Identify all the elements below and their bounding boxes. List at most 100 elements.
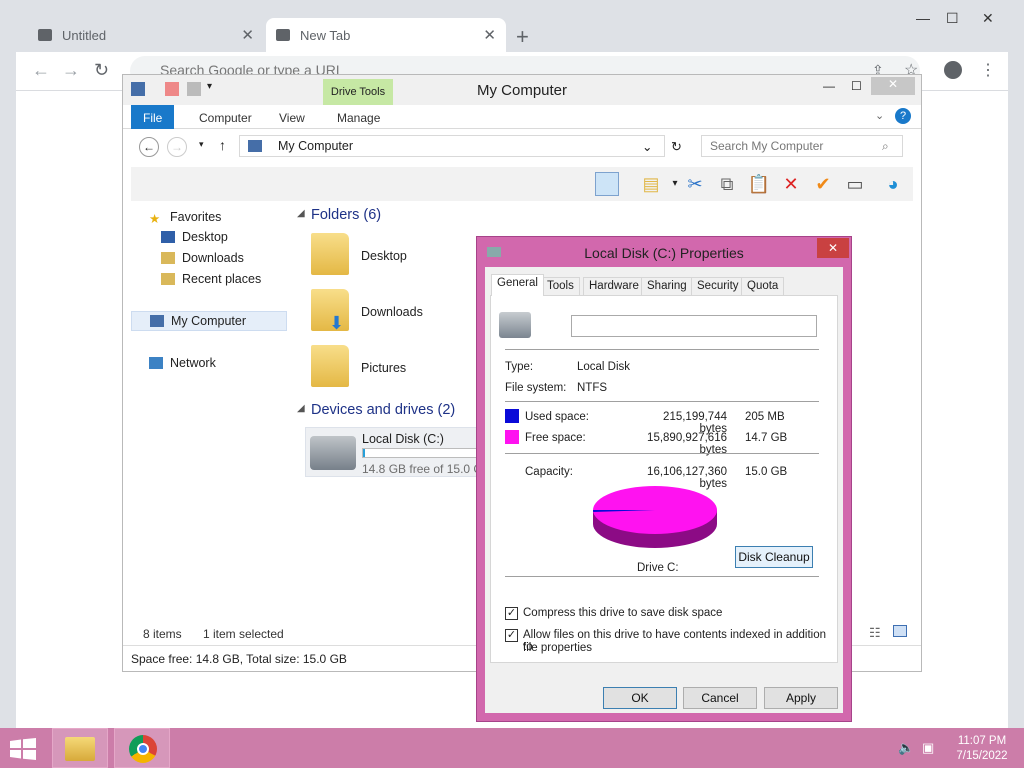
tab-view[interactable]: View [267,105,317,129]
index-checkbox[interactable]: ✓ [505,629,518,642]
disk-usage-pie [593,486,717,548]
refresh-icon[interactable]: ↻ [671,139,682,155]
divider [505,349,819,350]
nav-network[interactable]: Network [149,353,216,373]
ok-button[interactable]: OK [603,687,677,709]
disk-cleanup-button[interactable]: Disk Cleanup [735,546,813,568]
search-icon: ⌕ [882,139,889,153]
search-placeholder: Search My Computer [710,139,824,153]
free-space-label: Free space: [525,432,586,444]
address-row: ← → ▾ ↑ My Computer ⌄ ↻ Search My Comput… [123,129,921,167]
network-icon[interactable]: ▣ [922,740,934,756]
tab-tools[interactable]: Tools [541,277,580,295]
copy-icon[interactable]: ⧉ [715,172,739,196]
folder-item-downloads[interactable]: ⬇ Downloads [311,289,471,337]
divider [505,401,819,402]
close-icon[interactable]: ✕ [871,77,915,95]
search-input[interactable]: Search My Computer ⌕ [701,135,903,157]
tab-favicon-icon [276,29,290,41]
minimize-icon[interactable]: — [916,10,930,26]
address-dropdown-icon[interactable]: ⌄ [642,139,652,154]
address-text: My Computer [278,139,354,153]
tab-favicon-icon [38,29,52,41]
help-icon[interactable]: ? [895,108,911,124]
free-space-human: 14.7 GB [745,432,788,444]
drive-free-text: 14.8 GB free of 15.0 GB [362,462,482,476]
explorer-title: My Computer [476,82,568,99]
tab-general[interactable]: General [491,274,544,296]
collapse-arrow-icon[interactable]: ◢ [297,403,305,414]
taskbar-file-explorer[interactable] [52,728,108,768]
tab-hardware[interactable]: Hardware [583,277,645,295]
apply-button[interactable]: Apply [764,687,838,709]
folders-header[interactable]: Folders (6) [311,207,381,223]
address-bar[interactable]: My Computer ⌄ [239,135,665,157]
folder-name: Desktop [361,249,407,263]
profile-avatar-icon[interactable] [944,61,962,79]
paste-icon[interactable]: 📋 [747,172,771,196]
compress-checkbox[interactable]: ✓ [505,607,518,620]
preview-pane-icon[interactable] [595,172,619,196]
nav-my-computer[interactable]: My Computer [131,311,287,331]
windows-start-icon[interactable] [8,738,38,760]
close-tab-icon[interactable]: ✕ [483,26,496,44]
nav-favorites[interactable]: ★ Favorites [149,207,221,227]
taskbar-chrome[interactable] [114,728,170,768]
nav-downloads[interactable]: Downloads [161,248,244,268]
type-value: Local Disk [577,361,631,373]
close-window-icon[interactable]: ✕ [982,10,994,27]
hard-drive-icon [310,436,356,470]
explorer-titlebar: ▾ Drive Tools My Computer — ☐ ✕ [123,75,921,105]
details-view-icon[interactable]: ☷ [869,625,881,641]
tab-untitled[interactable]: Untitled ✕ [28,18,264,52]
up-icon[interactable]: ↑ [219,137,226,153]
item-count: 8 items [143,627,182,641]
drive-label-input[interactable] [571,315,817,337]
folder-item-desktop[interactable]: Desktop [311,233,471,281]
back-icon[interactable]: ← [32,60,50,81]
tab-computer[interactable]: Computer [187,105,264,129]
shell-icon[interactable]: ◕ [881,172,905,196]
new-tab-button[interactable]: + [516,24,529,50]
collapse-arrow-icon[interactable]: ◢ [297,208,305,219]
tab-manage[interactable]: Manage [325,105,392,129]
forward-icon[interactable]: → [167,137,187,157]
recent-locations-icon[interactable]: ▾ [199,139,204,150]
back-icon[interactable]: ← [139,137,159,157]
close-icon[interactable]: ✕ [817,238,849,258]
minimize-icon[interactable]: — [823,79,835,93]
devices-header[interactable]: Devices and drives (2) [311,402,455,418]
forward-icon[interactable]: → [62,60,80,81]
tab-sharing[interactable]: Sharing [641,277,693,295]
drive-item-c[interactable]: Local Disk (C:) 14.8 GB free of 15.0 GB [305,427,485,477]
volume-muted-icon[interactable]: 🔈 [898,740,914,756]
maximize-icon[interactable]: ☐ [851,79,862,93]
expand-ribbon-icon[interactable]: ⌄ [875,109,884,122]
large-icons-view-icon[interactable] [893,625,907,637]
drive-usage-bar [362,448,482,458]
nav-desktop[interactable]: Desktop [161,227,228,247]
reload-icon[interactable]: ↻ [94,60,109,81]
nav-recent-places[interactable]: Recent places [161,269,261,289]
nav-label: Network [170,356,216,370]
maximize-icon[interactable]: ☐ [946,10,959,27]
rename-icon[interactable]: ▭ [843,172,867,196]
drive-caption: Drive C: [637,562,679,574]
checkmark-icon[interactable]: ✔ [811,172,835,196]
computer-icon [150,315,164,327]
menu-icon[interactable]: ⋮ [980,60,996,80]
folder-item-pictures[interactable]: Pictures [311,345,471,393]
tab-security[interactable]: Security [691,277,745,295]
tab-quota[interactable]: Quota [741,277,785,295]
delete-icon[interactable]: ✕ [779,172,803,196]
general-panel: Type: Local Disk File system: NTFS Used … [490,295,838,663]
tab-new-tab[interactable]: New Tab ✕ [266,18,506,52]
properties-icon[interactable]: ▤ [639,172,663,196]
clock[interactable]: 11:07 PM 7/15/2022 [946,734,1018,764]
cut-icon[interactable]: ✂ [683,172,707,196]
navigation-pane: ★ Favorites Desktop Downloads Recent plac… [129,205,289,625]
tab-file[interactable]: File [131,105,175,129]
close-tab-icon[interactable]: ✕ [241,26,254,44]
cancel-button[interactable]: Cancel [683,687,757,709]
hard-drive-icon [499,312,531,338]
